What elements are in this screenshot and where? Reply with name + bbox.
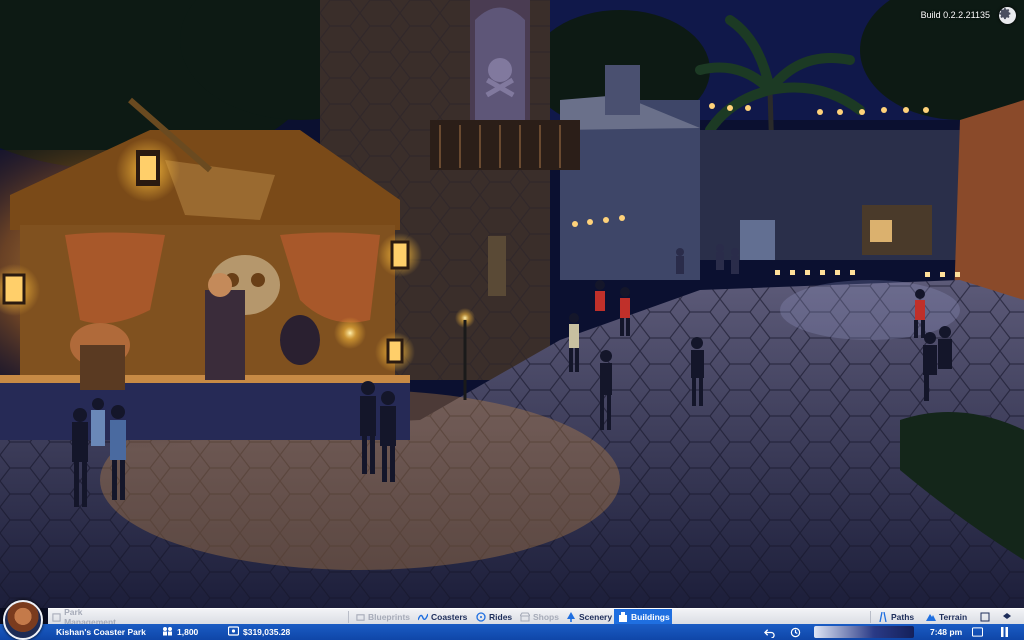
coasters-label: Coasters bbox=[431, 612, 468, 622]
mountain-icon bbox=[926, 612, 936, 622]
scenery-button[interactable]: Scenery bbox=[562, 609, 612, 625]
pirate-stage bbox=[0, 97, 420, 450]
game-time: 7:48 pm bbox=[930, 627, 963, 637]
game-viewport[interactable]: Build 0.2.2.21135 bbox=[0, 0, 1024, 608]
grid-icon bbox=[980, 612, 990, 622]
night-park-scene bbox=[0, 0, 1024, 608]
bottom-hud: Park Management Blueprints Coasters Ride… bbox=[0, 607, 1024, 640]
day-night-indicator bbox=[814, 626, 914, 638]
buildings-label: Buildings bbox=[631, 612, 670, 622]
redo-icon[interactable] bbox=[790, 624, 801, 640]
building-icon bbox=[618, 612, 628, 622]
blueprints-button[interactable]: Blueprints bbox=[352, 609, 412, 625]
park-view-button[interactable] bbox=[998, 609, 1020, 625]
main-toolbar: Park Management Blueprints Coasters Ride… bbox=[48, 607, 1024, 627]
guest-count[interactable]: 1,800 bbox=[162, 624, 198, 640]
park-name[interactable]: Kishan's Coaster Park bbox=[56, 624, 146, 640]
rides-label: Rides bbox=[489, 612, 513, 622]
layers-icon bbox=[1002, 612, 1012, 622]
grid-toggle-button[interactable] bbox=[976, 609, 994, 625]
coaster-icon bbox=[418, 612, 428, 622]
shop-icon bbox=[520, 612, 530, 622]
park-money[interactable]: $319,035.28 bbox=[227, 624, 291, 640]
guest-count-value: 1,800 bbox=[177, 627, 199, 637]
paths-button[interactable]: Paths bbox=[874, 609, 918, 625]
build-version-label: Build 0.2.2.21135 bbox=[920, 10, 990, 20]
guests-icon bbox=[162, 626, 173, 638]
path-icon bbox=[878, 612, 888, 622]
blueprints-label: Blueprints bbox=[368, 612, 411, 622]
money-value: $319,035.28 bbox=[243, 627, 291, 637]
shops-button[interactable]: Shops bbox=[516, 609, 560, 625]
advisor-avatar[interactable] bbox=[3, 600, 43, 640]
gear-icon[interactable] bbox=[999, 7, 1016, 24]
money-icon bbox=[227, 626, 240, 638]
tree-icon bbox=[566, 612, 576, 622]
paths-label: Paths bbox=[891, 612, 915, 622]
message-icon[interactable] bbox=[972, 624, 983, 640]
coasters-button[interactable]: Coasters bbox=[414, 609, 470, 625]
terrain-button[interactable]: Terrain bbox=[922, 609, 972, 625]
park-icon bbox=[52, 612, 61, 622]
undo-icon[interactable] bbox=[764, 624, 775, 640]
buildings-button[interactable]: Buildings bbox=[614, 609, 672, 625]
status-bar: Kishan's Coaster Park 1,800 $319,035.28 … bbox=[0, 624, 1024, 640]
pause-icon[interactable] bbox=[1000, 624, 1009, 640]
rides-button[interactable]: Rides bbox=[472, 609, 514, 625]
terrain-label: Terrain bbox=[939, 612, 968, 622]
blueprint-icon bbox=[356, 612, 365, 622]
ferris-wheel-icon bbox=[476, 612, 486, 622]
shops-label: Shops bbox=[533, 612, 559, 622]
park-management-button[interactable]: Park Management bbox=[48, 607, 134, 627]
scenery-label: Scenery bbox=[579, 612, 613, 622]
